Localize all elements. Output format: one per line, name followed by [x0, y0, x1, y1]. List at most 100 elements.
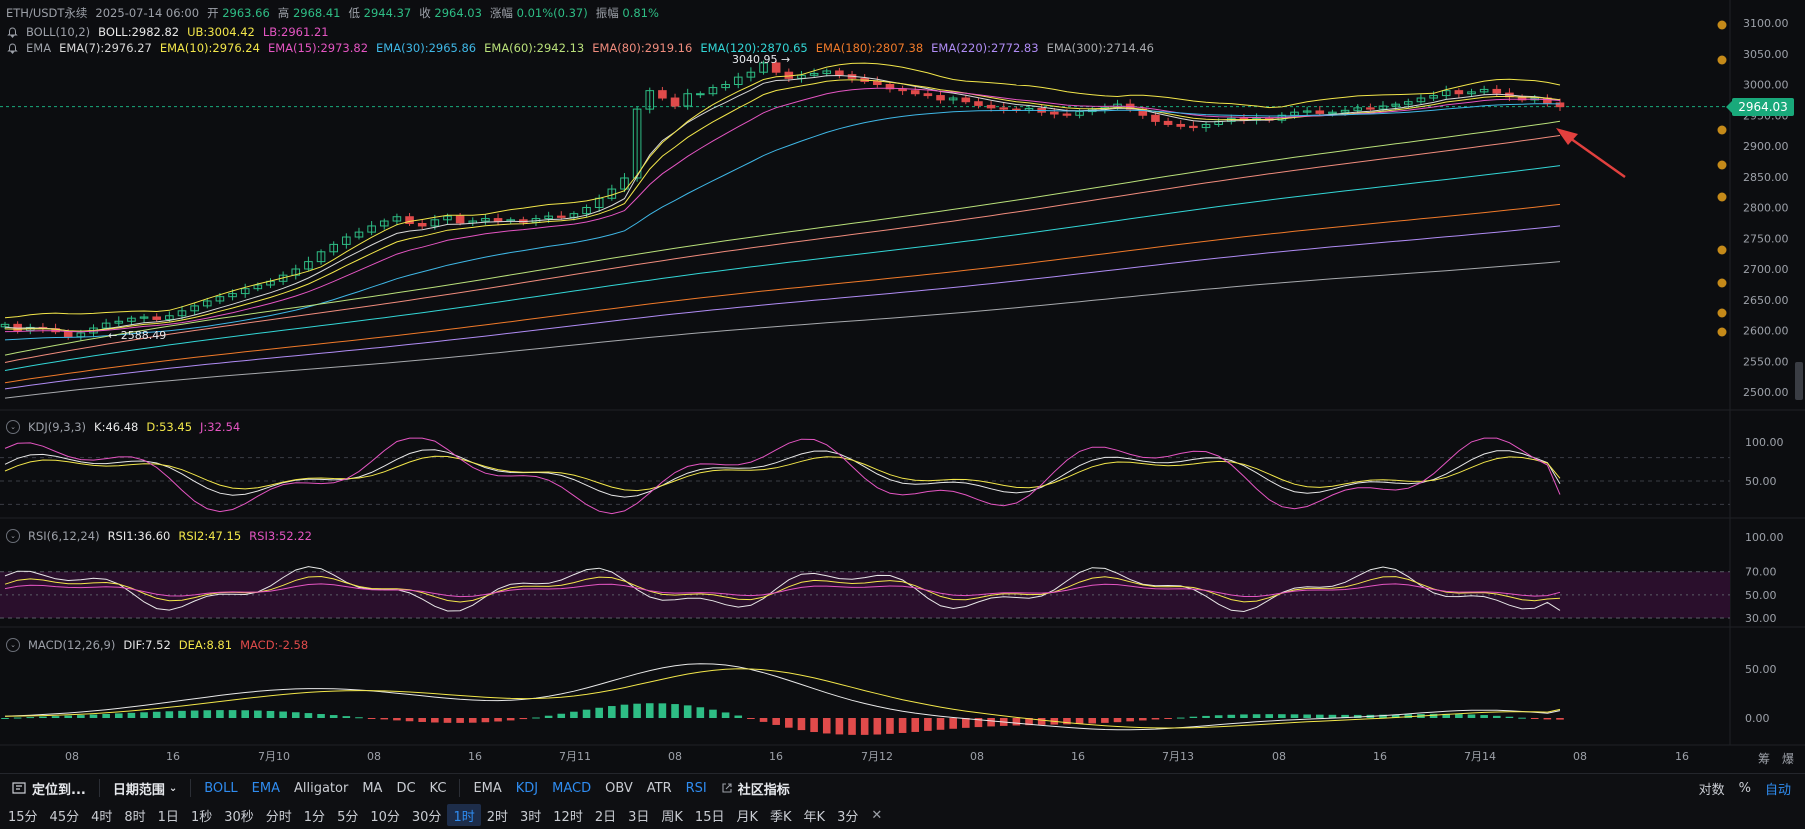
- overlay-kc[interactable]: KC: [423, 777, 454, 799]
- macd-histogram-bar: [924, 718, 932, 731]
- overlay-dc[interactable]: DC: [389, 777, 422, 799]
- time-tick-label: 08: [65, 750, 79, 763]
- ema-value-1: EMA(10):2976.24: [159, 41, 260, 55]
- sub-indicator-ema[interactable]: EMA: [466, 777, 508, 799]
- interval-1[interactable]: 45分: [44, 804, 86, 826]
- candle-body: [1315, 110, 1325, 114]
- interval-9[interactable]: 5分: [331, 804, 364, 826]
- interval-22[interactable]: 年K: [798, 804, 832, 826]
- macd-histogram-bar: [431, 718, 439, 723]
- interval-4[interactable]: 1日: [152, 804, 185, 826]
- overlay-ema[interactable]: EMA: [245, 777, 287, 799]
- macd-histogram-bar: [886, 718, 894, 734]
- sub-indicator-atr[interactable]: ATR: [640, 777, 679, 799]
- macd-histogram-bar: [13, 717, 22, 719]
- sub-indicator-obv[interactable]: OBV: [598, 777, 640, 799]
- candle-body: [910, 90, 920, 95]
- candle-body: [999, 107, 1009, 110]
- panel-resize-handle[interactable]: [1795, 362, 1803, 400]
- axis-top-label-1[interactable]: 筹: [1758, 750, 1770, 767]
- macd-histogram-bar: [1316, 714, 1324, 718]
- interval-8[interactable]: 1分: [298, 804, 331, 826]
- macd-histogram-bar: [165, 711, 174, 718]
- symbol-label: ETH/USDT永续: [6, 6, 88, 20]
- macd-histogram-bar: [671, 704, 679, 718]
- candle-body: [835, 70, 844, 76]
- candle-body: [556, 215, 566, 218]
- interval-11[interactable]: 30分: [406, 804, 448, 826]
- boll-legend: BOLL(10,2) BOLL:2982.82 UB:3004.42 LB:29…: [6, 24, 329, 40]
- rsi-legend: ⌄ RSI(6,12,24) RSI1:36.60 RSI2:47.15 RSI…: [6, 528, 312, 544]
- price-tick-label: 2900.00: [1743, 140, 1789, 153]
- sub-indicator-macd[interactable]: MACD: [545, 777, 598, 799]
- chevron-down-icon[interactable]: ⌄: [6, 529, 20, 543]
- macd-histogram-bar: [835, 718, 844, 735]
- price-tick-label: 2800.00: [1743, 202, 1789, 215]
- boll-ub-value: UB:3004.42: [187, 25, 255, 39]
- candle-body: [1366, 107, 1375, 110]
- chevron-down-icon[interactable]: ⌄: [6, 420, 20, 434]
- close-icon[interactable]: ✕: [864, 804, 889, 826]
- interval-17[interactable]: 3日: [622, 804, 655, 826]
- interval-14[interactable]: 3时: [514, 804, 547, 826]
- interval-3[interactable]: 8时: [118, 804, 151, 826]
- macd-histogram-bar: [683, 705, 692, 718]
- macd-histogram-bar: [228, 710, 237, 718]
- overlay-boll[interactable]: BOLL: [197, 777, 244, 799]
- macd-histogram-bar: [658, 703, 667, 718]
- macd-histogram-bar: [355, 717, 363, 719]
- community-indicators-button[interactable]: 社区指标: [714, 777, 797, 799]
- interval-18[interactable]: 周K: [655, 804, 689, 826]
- interval-10[interactable]: 10分: [364, 804, 406, 826]
- interval-23[interactable]: 3分: [831, 804, 864, 826]
- macd-histogram-bar: [1303, 714, 1311, 718]
- sub-indicator-rsi[interactable]: RSI: [679, 777, 714, 799]
- macd-histogram-bar: [595, 707, 603, 718]
- price-tick-label: 2850.00: [1743, 171, 1789, 184]
- ema-value-2: EMA(15):2973.82: [267, 41, 369, 55]
- interval-21[interactable]: 季K: [764, 804, 798, 826]
- overlay-ma[interactable]: MA: [355, 777, 389, 799]
- macd-tick-label: 0.00: [1745, 712, 1770, 725]
- divider: [98, 779, 100, 797]
- interval-20[interactable]: 月K: [730, 804, 764, 826]
- sub-indicator-kdj[interactable]: KDJ: [509, 777, 545, 799]
- locate-button[interactable]: 定位到...: [0, 777, 93, 799]
- macd-histogram-bar: [1139, 718, 1147, 721]
- macd-histogram-bar: [1164, 718, 1172, 719]
- community-indicators-label: 社区指标: [737, 782, 790, 798]
- interval-13[interactable]: 2时: [481, 804, 514, 826]
- axis-top-label-2[interactable]: 爆: [1782, 750, 1794, 767]
- interval-0[interactable]: 15分: [2, 804, 44, 826]
- interval-12[interactable]: 1时: [447, 804, 481, 826]
- auto-scale-toggle[interactable]: 自动: [1758, 777, 1805, 799]
- macd-histogram-bar: [89, 714, 98, 718]
- percent-scale-toggle[interactable]: %: [1732, 777, 1758, 799]
- macd-histogram-bar: [1492, 715, 1501, 718]
- bell-icon[interactable]: [6, 42, 18, 54]
- macd-histogram-bar: [1290, 714, 1299, 718]
- interval-19[interactable]: 15日: [689, 804, 731, 826]
- macd-histogram-bar: [544, 715, 553, 718]
- bell-icon[interactable]: [6, 26, 18, 38]
- candle-body: [670, 97, 680, 107]
- candle-body: [873, 80, 882, 86]
- macd-histogram-bar: [506, 718, 515, 721]
- interval-6[interactable]: 30秒: [218, 804, 260, 826]
- interval-16[interactable]: 2日: [589, 804, 622, 826]
- candle-body: [1454, 90, 1464, 95]
- macd-histogram-bar: [1176, 717, 1185, 719]
- overlay-alligator[interactable]: Alligator: [287, 777, 355, 799]
- chevron-down-icon[interactable]: ⌄: [6, 638, 20, 652]
- macd-histogram-bar: [190, 710, 199, 718]
- macd-dea-line: [4, 668, 1561, 729]
- interval-5[interactable]: 1秒: [185, 804, 218, 826]
- log-scale-toggle[interactable]: 对数: [1692, 777, 1732, 799]
- interval-15[interactable]: 12时: [547, 804, 589, 826]
- chart-canvas[interactable]: 3100.003050.003000.002950.002900.002850.…: [0, 0, 1805, 773]
- interval-7[interactable]: 分时: [260, 804, 298, 826]
- date-range-dropdown[interactable]: 日期范围 ⌄: [106, 777, 184, 799]
- interval-2[interactable]: 4时: [85, 804, 118, 826]
- macd-histogram-bar: [241, 710, 249, 718]
- kdj-tick-label: 100.00: [1745, 436, 1784, 449]
